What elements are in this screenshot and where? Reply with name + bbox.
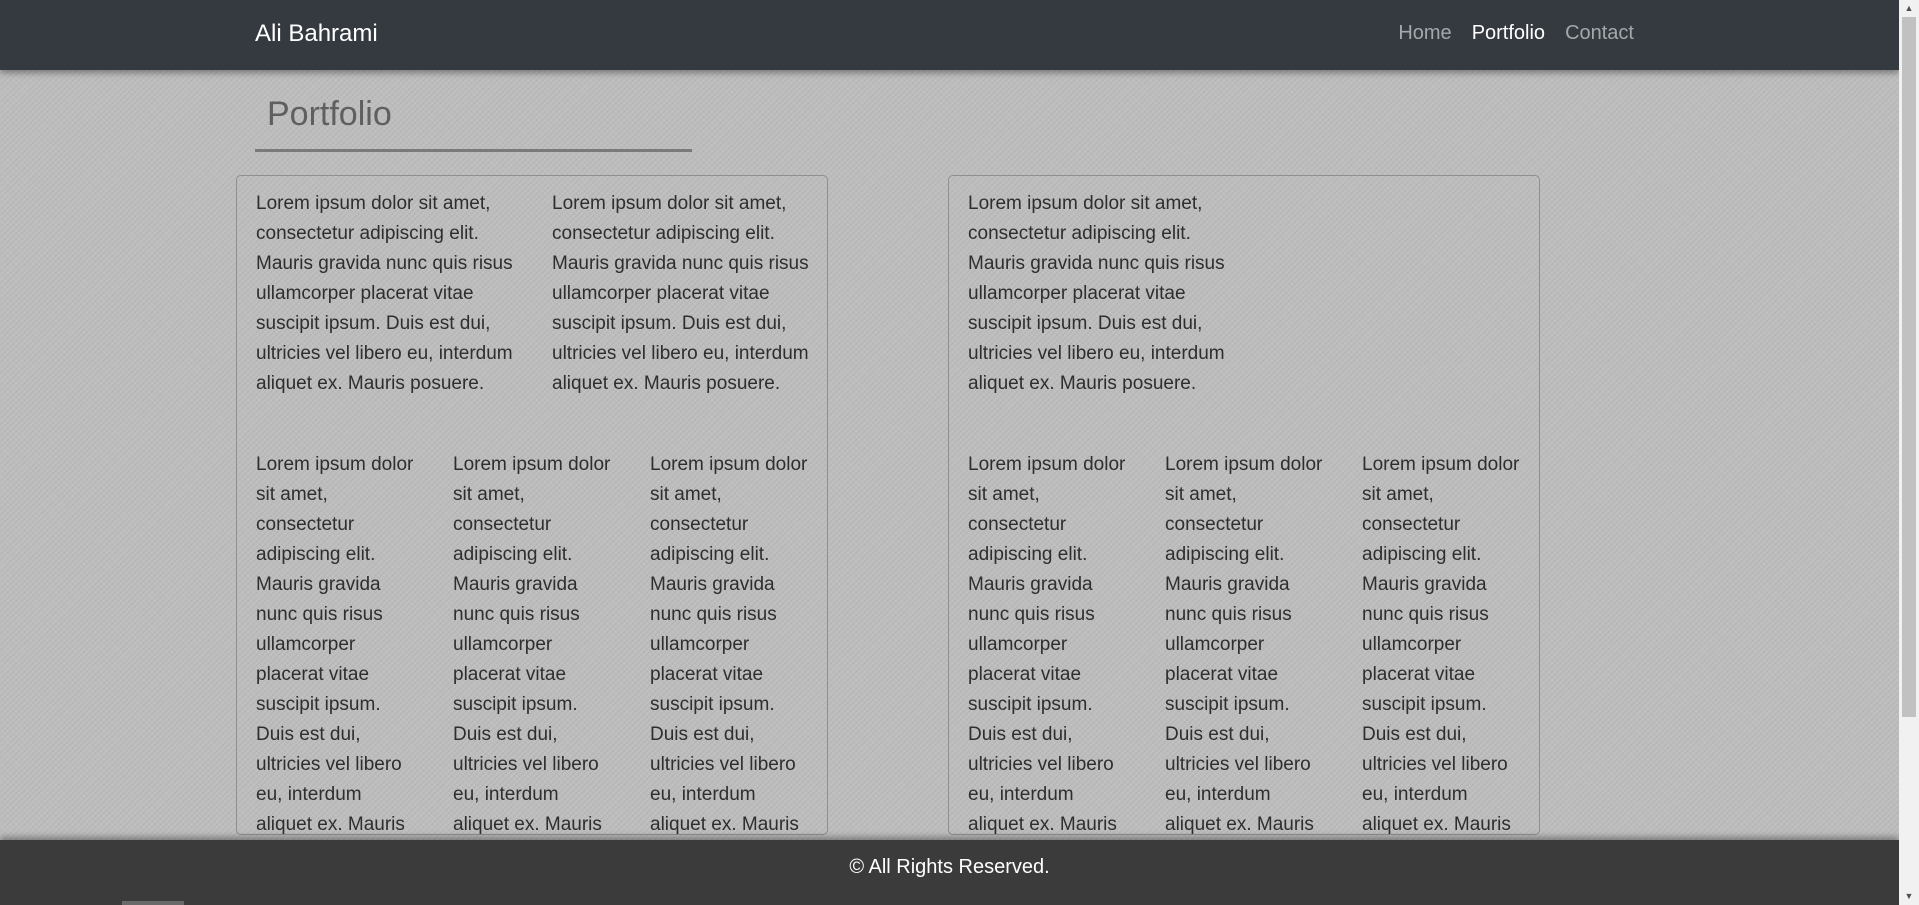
nav-link-home[interactable]: Home	[1398, 22, 1451, 45]
panel-text: Lorem ipsum dolor sit amet, consectetur …	[256, 193, 513, 394]
vertical-scrollbar[interactable]: ▲ ▼	[1899, 0, 1919, 905]
navbar: Ali Bahrami Home Portfolio Contact	[0, 0, 1899, 70]
scroll-down-arrow-icon[interactable]: ▼	[1899, 888, 1919, 905]
nav-links: Home Portfolio Contact	[1398, 22, 1634, 45]
scroll-up-arrow-icon[interactable]: ▲	[1899, 0, 1919, 17]
nav-link-contact[interactable]: Contact	[1565, 22, 1634, 45]
nav-link-portfolio[interactable]: Portfolio	[1472, 22, 1545, 45]
footer: © All Rights Reserved.	[0, 840, 1899, 905]
portfolio-panel-left: Lorem ipsum dolor sit amet, consectetur …	[236, 175, 828, 835]
scrollbar-thumb[interactable]	[1902, 17, 1916, 717]
panel-text: Lorem ipsum dolor sit amet, consectetur …	[256, 454, 414, 835]
panel-text: Lorem ipsum dolor sit amet, consectetur …	[968, 193, 1225, 394]
title-underline	[255, 149, 692, 152]
portfolio-panel-right: Lorem ipsum dolor sit amet, consectetur …	[948, 175, 1540, 835]
footer-indicator	[122, 901, 184, 905]
panel-text: Lorem ipsum dolor sit amet, consectetur …	[1362, 454, 1520, 835]
page-title: Portfolio	[267, 95, 392, 133]
panel-text: Lorem ipsum dolor sit amet, consectetur …	[650, 454, 808, 835]
brand-name[interactable]: Ali Bahrami	[255, 20, 378, 48]
panel-text: Lorem ipsum dolor sit amet, consectetur …	[552, 193, 809, 394]
copyright-text: © All Rights Reserved.	[849, 856, 1050, 878]
panel-text: Lorem ipsum dolor sit amet, consectetur …	[453, 454, 611, 835]
panel-text: Lorem ipsum dolor sit amet, consectetur …	[1165, 454, 1323, 835]
panel-text: Lorem ipsum dolor sit amet, consectetur …	[968, 454, 1126, 835]
